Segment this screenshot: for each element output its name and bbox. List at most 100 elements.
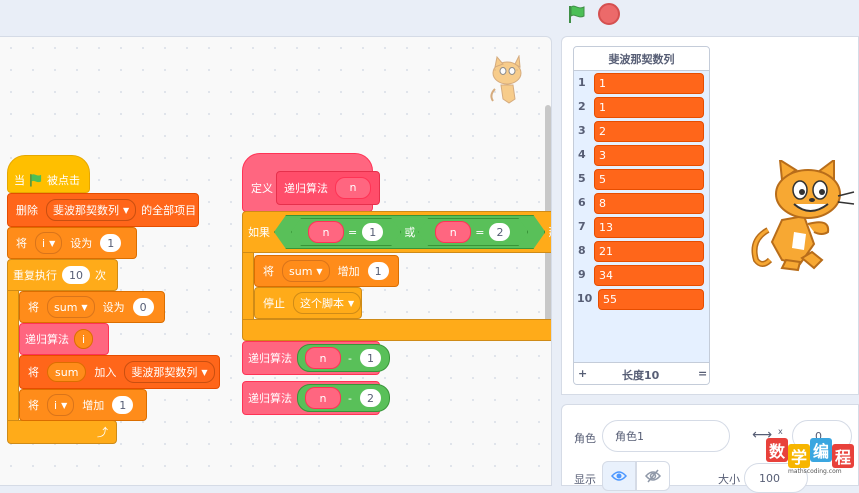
list-length-label: 长度10 — [622, 369, 660, 382]
variable-dropdown-label: sum — [54, 300, 78, 314]
chevron-down-icon: ▼ — [61, 400, 68, 410]
show-hidden-button[interactable] — [636, 461, 670, 491]
list-item[interactable]: 10 55 — [574, 288, 709, 312]
green-flag-icon[interactable] — [566, 3, 588, 25]
value-input[interactable]: 2 — [359, 389, 381, 407]
call-recursive-block[interactable]: 递归算法 n - 1 — [242, 341, 390, 375]
list-item-value[interactable]: 8 — [594, 193, 704, 214]
parameter-reporter[interactable]: n — [335, 176, 371, 199]
variable-dropdown[interactable]: sum ▼ — [47, 296, 95, 318]
subtract-operator[interactable]: n - 2 — [297, 384, 390, 412]
stop-icon[interactable] — [598, 3, 620, 25]
variable-dropdown-label: i — [42, 236, 46, 250]
chevron-down-icon: ▼ — [348, 298, 355, 308]
value-input[interactable]: 1 — [100, 234, 122, 252]
value-input[interactable]: 1 — [367, 262, 389, 280]
change-label: 将 — [28, 399, 39, 412]
value-input[interactable]: 2 — [489, 223, 510, 241]
n-reporter[interactable]: n — [435, 221, 471, 243]
stop-label: 停止 — [263, 297, 285, 310]
when-label: 当 — [14, 174, 25, 187]
define-prototype[interactable]: 递归算法 n — [276, 170, 380, 205]
loop-arrow-icon: ⤴ — [97, 426, 108, 439]
delete-label: 删除 — [16, 204, 38, 217]
change-variable-block[interactable]: 将 i ▼ 增加 1 — [19, 389, 147, 421]
to-label: 设为 — [70, 237, 93, 250]
delete-all-of-list-block[interactable]: 删除 斐波那契数列 ▼ 的全部项目 — [7, 193, 199, 227]
resize-handle[interactable]: = — [698, 367, 707, 380]
equals-operator[interactable]: n = 2 — [418, 218, 528, 246]
n-reporter[interactable]: n — [308, 221, 344, 243]
procedure-name: 递归算法 — [25, 333, 69, 346]
argument-reporter[interactable]: i — [74, 329, 94, 349]
list-item-index: 6 — [578, 196, 586, 209]
value-input[interactable]: 1 — [112, 396, 134, 414]
list-item-value[interactable]: 55 — [598, 289, 704, 310]
list-item-index: 3 — [578, 124, 586, 137]
list-item-index: 1 — [578, 76, 586, 89]
subtract-operator[interactable]: n - 1 — [297, 344, 390, 372]
if-block[interactable]: 如果 n = 1 或 n = 2 那么 — [242, 211, 551, 253]
list-dropdown[interactable]: 斐波那契数列 ▼ — [124, 361, 215, 383]
add-to-list-block[interactable]: 将 sum 加入 斐波那契数列 ▼ — [19, 355, 220, 389]
sum-reporter[interactable]: sum — [47, 362, 87, 382]
list-item[interactable]: 68 — [574, 192, 709, 216]
value-input[interactable]: 1 — [362, 223, 383, 241]
when-flag-clicked-block[interactable]: 当 被点击 — [7, 155, 90, 193]
code-area[interactable]: 当 被点击 删除 斐波那契数列 ▼ 的全部项目 将 i ▼ 设为 1 重复执行 10… — [0, 36, 552, 486]
variable-dropdown[interactable]: i ▼ — [35, 232, 63, 254]
variable-dropdown[interactable]: sum ▼ — [282, 260, 330, 282]
n-reporter[interactable]: n — [305, 347, 341, 369]
set-variable-block[interactable]: 将 i ▼ 设为 1 — [7, 227, 137, 259]
list-item-index: 9 — [578, 268, 586, 281]
scratch-cat-sprite[interactable] — [748, 158, 858, 272]
list-item-value[interactable]: 1 — [594, 73, 704, 94]
sprite-thumbnail-icon — [485, 54, 529, 107]
set-label: 将 — [16, 237, 27, 250]
list-item[interactable]: 7 13 — [574, 216, 709, 240]
list-item[interactable]: 21 — [574, 96, 709, 120]
list-item-value[interactable]: 13 — [594, 217, 704, 238]
add-item-button[interactable]: + — [578, 367, 587, 380]
or-operator[interactable]: n = 1 或 n = 2 — [274, 215, 545, 249]
list-item[interactable]: 11 — [574, 72, 709, 96]
define-block[interactable]: 定义 递归算法 n — [242, 153, 380, 212]
list-item-value[interactable]: 34 — [594, 265, 704, 286]
value-input[interactable]: 1 — [359, 349, 381, 367]
show-visible-button[interactable] — [602, 461, 636, 491]
by-label: 增加 — [337, 265, 360, 278]
list-item-value[interactable]: 3 — [594, 145, 704, 166]
list-monitor[interactable]: 斐波那契数列 1 1 2 1 3 2 4 3 5 5 6 8 7 13 8 21 9 34 10 55 + 长度10 … — [573, 46, 710, 385]
n-reporter[interactable]: n — [305, 387, 341, 409]
list-item-value[interactable]: 5 — [594, 169, 704, 190]
list-item[interactable]: 43 — [574, 144, 709, 168]
logo-char: 编 — [810, 438, 832, 462]
call-recursive-block[interactable]: 递归算法 n - 2 — [242, 381, 390, 415]
value-input[interactable]: 0 — [132, 298, 154, 316]
list-dropdown[interactable]: 斐波那契数列 ▼ — [46, 199, 137, 221]
stop-block[interactable]: 停止 这个脚本 ▼ — [254, 287, 362, 319]
set-sum-block[interactable]: 将 sum ▼ 设为 0 — [19, 291, 165, 323]
list-item-value[interactable]: 1 — [594, 97, 704, 118]
list-item-value[interactable]: 21 — [594, 241, 704, 262]
repeat-block[interactable]: 重复执行 10 次 — [7, 259, 118, 291]
list-item[interactable]: 8 21 — [574, 240, 709, 264]
list-item[interactable]: 32 — [574, 120, 709, 144]
list-dropdown-label: 斐波那契数列 — [53, 204, 119, 217]
green-flag-icon — [30, 174, 42, 187]
to-label: 设为 — [102, 301, 125, 314]
list-item[interactable]: 9 34 — [574, 264, 709, 288]
list-item[interactable]: 55 — [574, 168, 709, 192]
minus-label: - — [348, 351, 352, 365]
list-item-value[interactable]: 2 — [594, 121, 704, 142]
sprite-name-input[interactable]: 角色1 — [602, 420, 730, 452]
call-recursive-block[interactable]: 递归算法 i — [19, 323, 109, 355]
stop-option-dropdown[interactable]: 这个脚本 ▼ — [293, 292, 362, 314]
stop-option-label: 这个脚本 — [300, 297, 344, 310]
equals-operator[interactable]: n = 1 — [291, 218, 401, 246]
repeat-count-input[interactable]: 10 — [62, 266, 90, 284]
logo-char: 数 — [766, 438, 788, 462]
logo-char: 程 — [832, 444, 854, 468]
change-sum-block[interactable]: 将 sum ▼ 增加 1 — [254, 255, 399, 287]
variable-dropdown[interactable]: i ▼ — [47, 394, 75, 416]
